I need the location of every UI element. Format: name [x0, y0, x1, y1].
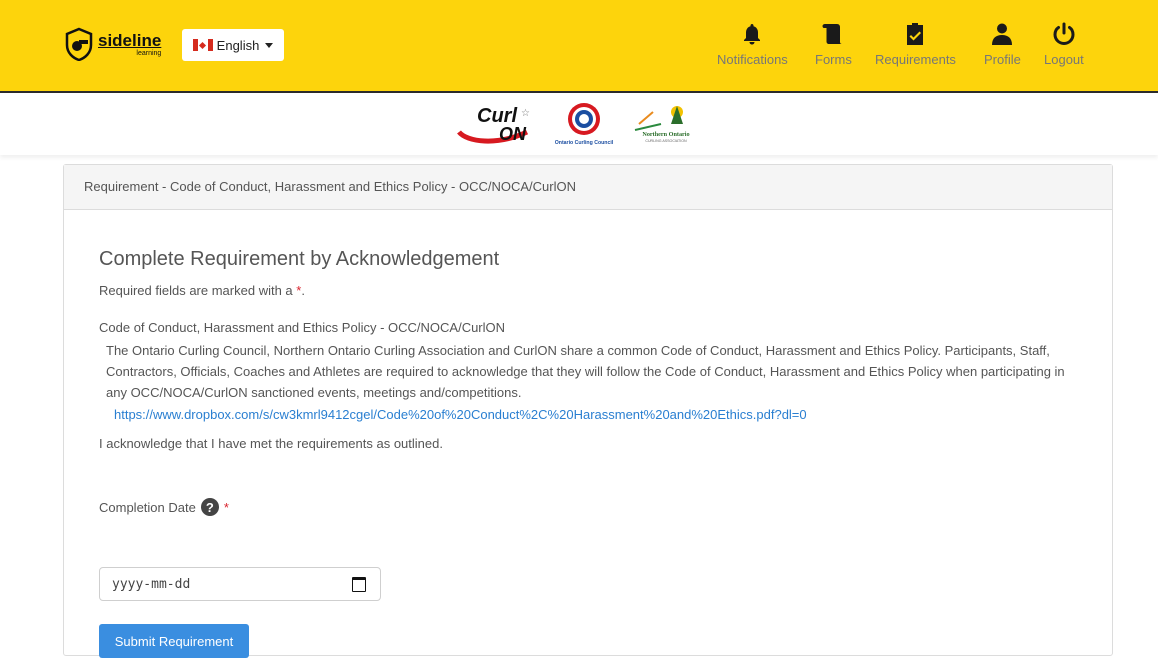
- completion-date-input[interactable]: yyyy-mm-dd: [99, 567, 381, 601]
- nav-label: Forms: [815, 52, 852, 67]
- required-note: Required fields are marked with a *.: [99, 283, 305, 298]
- curlon-text-bottom: ON: [499, 124, 527, 144]
- calendar-icon[interactable]: [352, 576, 366, 592]
- noca-logo: Northern Ontario CURLING ASSOCIATION: [634, 106, 690, 143]
- nav-label: Logout: [1044, 52, 1084, 67]
- requirement-card: Requirement - Code of Conduct, Harassmen…: [63, 164, 1113, 658]
- canada-flag-icon: [192, 39, 213, 51]
- caret-down-icon: [265, 42, 274, 48]
- nav-label: Notifications: [717, 52, 788, 67]
- language-label: English: [216, 37, 260, 53]
- nav-notifications[interactable]: Notifications: [717, 22, 788, 67]
- curlon-logo: Curl ON ☆: [457, 105, 530, 144]
- noca-name: Northern Ontario: [642, 131, 689, 138]
- bell-icon: [744, 24, 761, 45]
- logo-subtext: learning: [136, 49, 162, 57]
- scroll-icon: [822, 24, 843, 44]
- policy-link[interactable]: https://www.dropbox.com/s/cw3kmrl9412cge…: [114, 407, 807, 422]
- language-dropdown[interactable]: English: [182, 29, 284, 61]
- page-title: Complete Requirement by Acknowledgement: [99, 248, 500, 270]
- policy-description: The Ontario Curling Council, Northern On…: [106, 343, 1065, 400]
- nav-profile[interactable]: Profile: [984, 22, 1021, 67]
- required-note-text: Required fields are marked with a: [99, 283, 293, 298]
- top-navbar: sideline learning English Notifications …: [0, 0, 1158, 93]
- question-circle-icon[interactable]: ?: [200, 498, 219, 516]
- partner-logos: Curl ON ☆ Ontario Curling Council Northe…: [0, 93, 1158, 155]
- date-placeholder: yyyy-mm-dd: [112, 576, 191, 592]
- shield-whistle-icon: [65, 27, 93, 61]
- card-header: Requirement - Code of Conduct, Harassmen…: [64, 165, 1112, 210]
- required-dot: .: [301, 283, 305, 298]
- acknowledgement-text: I acknowledge that I have met the requir…: [99, 436, 443, 451]
- nav-logout[interactable]: Logout: [1044, 22, 1084, 67]
- nav-requirements[interactable]: Requirements: [875, 22, 956, 67]
- completion-date-text: Completion Date: [99, 499, 196, 515]
- nav-forms[interactable]: Forms: [815, 22, 852, 67]
- power-icon: [1053, 22, 1075, 46]
- nav-label: Profile: [984, 52, 1021, 67]
- policy-title: Code of Conduct, Harassment and Ethics P…: [99, 320, 506, 335]
- completion-date-label: Completion Date ? *: [99, 498, 229, 516]
- occ-logo: Ontario Curling Council: [555, 103, 614, 146]
- svg-text:☆: ☆: [521, 108, 530, 119]
- nav-label: Requirements: [875, 52, 956, 67]
- submit-requirement-button[interactable]: Submit Requirement: [99, 624, 249, 658]
- occ-name: Ontario Curling Council: [555, 140, 614, 146]
- user-icon: [992, 23, 1013, 45]
- required-star: *: [223, 499, 229, 515]
- noca-sub: CURLING ASSOCIATION: [645, 139, 687, 143]
- sideline-learning-logo[interactable]: sideline learning: [64, 26, 161, 62]
- logo-text: sideline: [98, 30, 162, 50]
- clipboard-check-icon: [907, 23, 924, 45]
